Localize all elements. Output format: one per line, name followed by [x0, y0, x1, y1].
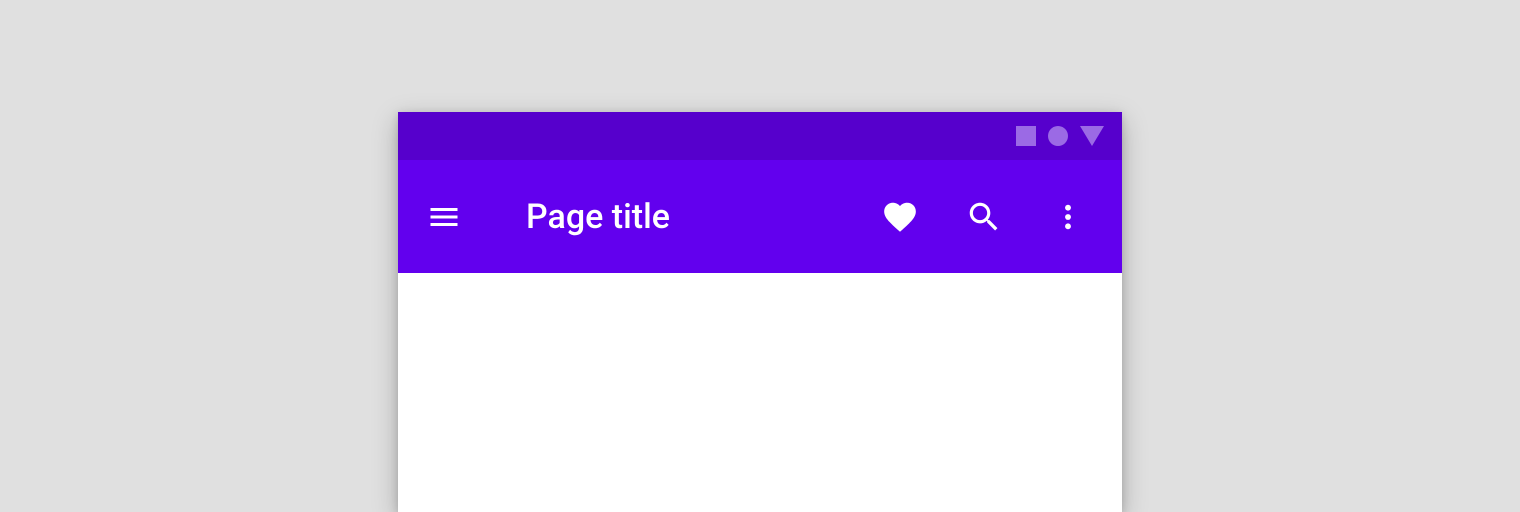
search-button[interactable]: [964, 197, 1004, 237]
content-area: [398, 273, 1122, 512]
status-triangle-icon: [1080, 126, 1104, 146]
action-buttons: [880, 197, 1088, 237]
search-icon: [965, 198, 1003, 236]
app-bar: Page title: [398, 160, 1122, 273]
status-circle-icon: [1048, 126, 1068, 146]
favorite-button[interactable]: [880, 197, 920, 237]
more-vertical-icon: [1052, 201, 1084, 233]
heart-icon: [881, 198, 919, 236]
status-bar: [398, 112, 1122, 160]
status-square-icon: [1016, 126, 1036, 146]
menu-button[interactable]: [420, 193, 468, 241]
page-title: Page title: [526, 197, 880, 237]
device-frame: Page title: [398, 112, 1122, 512]
more-options-button[interactable]: [1048, 197, 1088, 237]
hamburger-icon: [426, 199, 462, 235]
